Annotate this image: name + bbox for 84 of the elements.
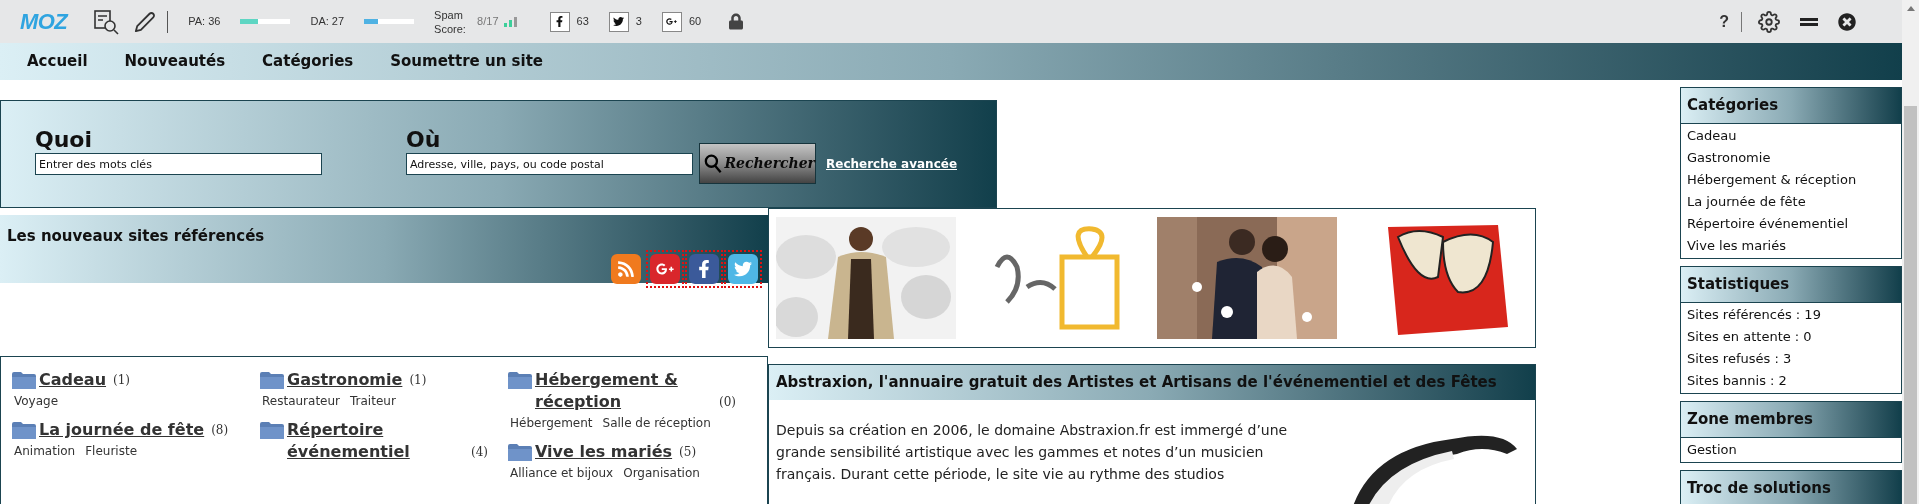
nav-link[interactable]: Nouveautés <box>124 50 226 73</box>
what-label: Quoi <box>35 127 94 153</box>
folder-icon <box>12 422 36 439</box>
sidebar-title: Catégories <box>1687 95 1779 117</box>
rss-icon <box>611 253 641 284</box>
feed-link[interactable] <box>685 249 723 288</box>
subcategory-link[interactable]: Organisation <box>623 464 700 482</box>
category-link[interactable]: Gastronomie <box>287 369 403 391</box>
category-count: (1) <box>113 372 131 389</box>
subcategory-link[interactable]: Alliance et bijoux <box>510 464 614 482</box>
article-text: Depuis sa création en 2006, le domaine Abstraxion.fr est immergé d’une grande sensibilité artistique avec les gammes et notes d’un musicien français. Durant cette période, le site vie au rythme des studios <box>776 421 1289 484</box>
scrollbar[interactable] <box>1902 0 1919 504</box>
sidebar-title: Zone membres <box>1687 409 1813 431</box>
lock-icon[interactable] <box>729 13 744 30</box>
subcategory-link[interactable]: Traiteur <box>350 392 396 410</box>
pencil-icon[interactable] <box>134 10 157 33</box>
sidebar-link[interactable]: Sites refusés : 3 <box>1687 348 1895 370</box>
category-count: (8) <box>211 422 229 439</box>
spam-score-label: Spam Score: <box>434 7 467 36</box>
feed-link[interactable] <box>724 249 762 288</box>
category-count: (5) <box>679 444 697 461</box>
sidebar-link[interactable]: Sites référencés : 19 <box>1687 304 1895 326</box>
sidebar-link[interactable]: Sites en attente : 0 <box>1687 326 1895 348</box>
sidebar-link[interactable]: Vive les mariés <box>1687 235 1895 257</box>
facebook-icon <box>689 253 719 284</box>
sidebar-title: Troc de solutions <box>1687 478 1831 500</box>
category-count: (0) <box>719 394 736 411</box>
close-icon[interactable] <box>1838 12 1856 31</box>
category-link[interactable]: Cadeau <box>39 369 107 391</box>
spam-score-value: 8/17 <box>477 14 499 30</box>
category-link[interactable]: Hébergement & réception <box>535 369 712 413</box>
advanced-search-link[interactable]: Recherche avancée <box>826 155 957 173</box>
nav-link[interactable]: Soumettre un site <box>390 50 543 73</box>
search-button[interactable]: Rechercher <box>699 143 816 184</box>
category-count: (1) <box>409 372 427 389</box>
subcategory-link[interactable]: Fleuriste <box>85 442 138 460</box>
settings-icon[interactable] <box>1758 10 1780 33</box>
sidebar-link[interactable]: La journée de fête <box>1687 191 1895 213</box>
share-count: 63 <box>576 14 589 30</box>
share-count: 3 <box>635 14 642 30</box>
sidebar-link[interactable]: Répertoire événementiel <box>1687 213 1895 235</box>
folder-icon <box>260 422 284 439</box>
sidebar-link[interactable]: Gastronomie <box>1687 147 1895 169</box>
feed-link[interactable] <box>646 249 684 288</box>
twitter-icon <box>608 11 629 32</box>
menu-icon[interactable] <box>1800 17 1818 26</box>
sidebar-title: Statistiques <box>1687 274 1790 296</box>
scroll-up-icon[interactable] <box>1906 6 1915 11</box>
subcategory-link[interactable]: Salle de réception <box>602 414 711 432</box>
section-title: Les nouveaux sites référencés <box>7 226 266 247</box>
sidebar-link[interactable]: Cadeau <box>1687 125 1895 147</box>
subcategory-link[interactable]: Restaurateur <box>262 392 340 410</box>
sidebar-link[interactable]: Sites bannis : 2 <box>1687 370 1895 392</box>
subcategory-link[interactable]: Animation <box>14 442 76 460</box>
category-link[interactable]: Vive les mariés <box>535 441 673 463</box>
category-link[interactable]: La journée de fête <box>39 419 205 441</box>
metric-label: PA: 36 <box>188 14 221 30</box>
category-link[interactable]: Répertoire événementiel <box>287 419 464 463</box>
sidebar-link[interactable]: Gestion <box>1687 439 1895 461</box>
folder-icon <box>508 444 532 461</box>
share-count: 60 <box>688 14 702 30</box>
sidebar-link[interactable]: Hébergement & réception <box>1687 169 1895 191</box>
google-plus-icon <box>661 11 682 32</box>
folder-icon <box>12 372 36 389</box>
category-count: (4) <box>471 444 488 461</box>
metric-label: DA: 27 <box>310 14 345 30</box>
subcategory-link[interactable]: Voyage <box>14 392 59 410</box>
google-plus-icon <box>650 253 680 284</box>
twitter-icon <box>728 253 758 284</box>
location-field[interactable]: Adresse, ville, pays, ou code postal <box>406 153 693 175</box>
page-search-icon[interactable] <box>93 8 120 35</box>
search-icon <box>704 152 723 175</box>
signal-icon <box>503 16 518 27</box>
article-title: Abstraxion, l'annuaire gratuit des Artistes et Artisans de l'événementiel et des Fêtes <box>776 372 1497 394</box>
where-label: Où <box>406 127 442 153</box>
nav-link[interactable]: Accueil <box>27 50 88 73</box>
facebook-icon <box>549 11 570 32</box>
scroll-thumb[interactable] <box>1904 106 1917 504</box>
nav-link[interactable]: Catégories <box>262 50 354 73</box>
folder-icon <box>260 372 284 389</box>
help-button[interactable]: ? <box>1719 9 1729 34</box>
folder-icon <box>508 372 532 389</box>
keywords-field[interactable]: Entrer des mots clés <box>35 153 322 175</box>
subcategory-link[interactable]: Hébergement <box>510 414 593 432</box>
